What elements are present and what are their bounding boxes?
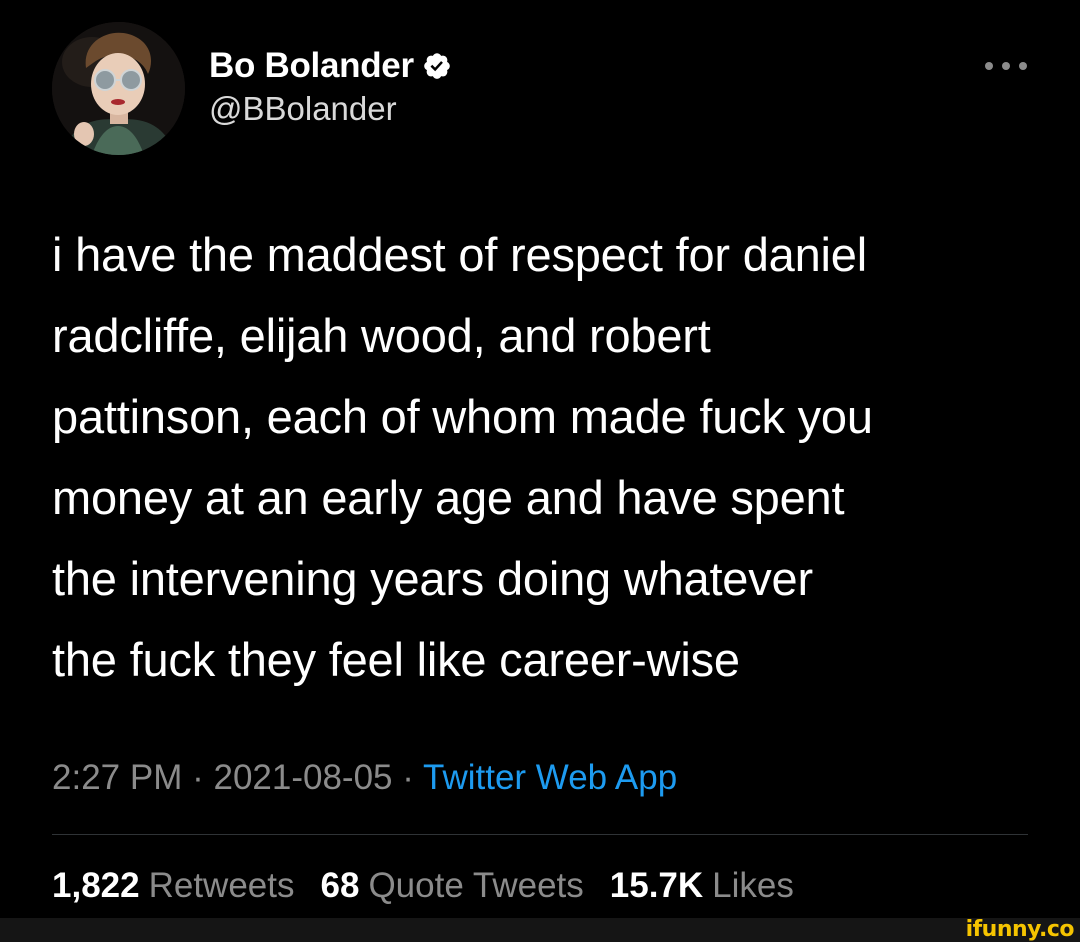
avatar[interactable] (52, 22, 185, 155)
retweets-stat[interactable]: 1,822 Retweets (52, 866, 295, 906)
ifunny-watermark: ifunny.co (965, 917, 1075, 942)
retweets-count: 1,822 (52, 866, 140, 905)
quote-tweets-label: Quote Tweets (368, 866, 584, 905)
display-name[interactable]: Bo Bolander (209, 46, 414, 86)
tweet-card: Bo Bolander @BBolander i have the maddes… (0, 0, 1080, 918)
more-dot (1019, 62, 1027, 70)
name-row: Bo Bolander (209, 44, 452, 88)
tweet-time[interactable]: 2:27 PM (52, 758, 182, 797)
meta-separator: · (192, 758, 214, 797)
engagement-stats: 1,822 Retweets 68 Quote Tweets 15.7K Likes (52, 866, 820, 906)
quote-tweets-stat[interactable]: 68 Quote Tweets (321, 866, 584, 906)
verified-badge-icon (422, 51, 452, 81)
watermark-bar: ifunny.co (0, 918, 1080, 942)
meta-separator: · (402, 758, 424, 797)
user-handle[interactable]: @BBolander (209, 90, 452, 128)
tweet-source-link[interactable]: Twitter Web App (423, 758, 677, 797)
author-info[interactable]: Bo Bolander @BBolander (209, 44, 452, 128)
likes-stat[interactable]: 15.7K Likes (610, 866, 794, 906)
quote-tweets-count: 68 (320, 866, 360, 905)
more-dot (985, 62, 993, 70)
tweet-meta: 2:27 PM · 2021-08-05 · Twitter Web App (52, 758, 677, 798)
likes-count: 15.7K (609, 866, 704, 905)
retweets-label: Retweets (148, 866, 295, 905)
tweet-text: i have the maddest of respect for daniel… (52, 228, 873, 686)
more-dot (1002, 62, 1010, 70)
likes-label: Likes (712, 866, 794, 905)
more-options-icon[interactable] (985, 60, 1027, 72)
tweet-date[interactable]: 2021-08-05 (213, 758, 392, 797)
divider (52, 834, 1028, 835)
